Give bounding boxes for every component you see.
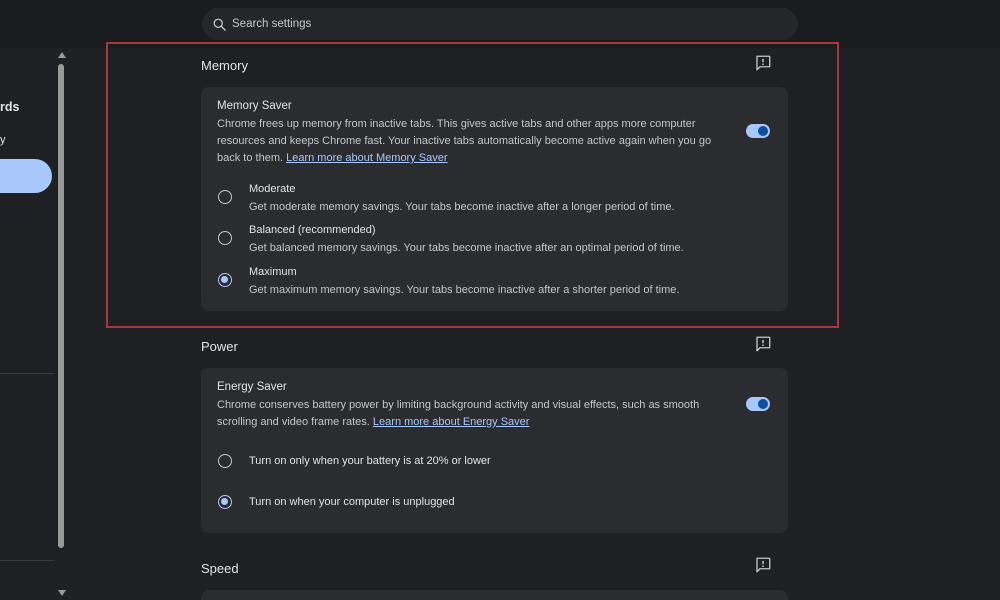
scroll-up-arrow-icon[interactable] bbox=[58, 52, 66, 58]
learn-more-memory-saver-link[interactable]: Learn more about Memory Saver bbox=[286, 152, 447, 164]
toggle-knob bbox=[758, 126, 768, 136]
section-title-memory: Memory bbox=[201, 58, 248, 73]
energy-saver-description: Chrome conserves battery power by limiti… bbox=[217, 397, 727, 431]
search-box[interactable] bbox=[202, 8, 798, 40]
feedback-icon[interactable] bbox=[754, 556, 772, 574]
scrollbar[interactable] bbox=[56, 52, 66, 600]
feedback-icon[interactable] bbox=[754, 335, 772, 353]
memory-saver-card: Memory Saver Chrome frees up memory from… bbox=[201, 87, 788, 311]
radio-balanced[interactable] bbox=[218, 231, 232, 245]
memory-saver-toggle[interactable] bbox=[746, 124, 770, 138]
option-label: Maximum bbox=[249, 266, 297, 278]
scroll-down-arrow-icon[interactable] bbox=[58, 590, 66, 596]
option-description: Get maximum memory savings. Your tabs be… bbox=[249, 284, 680, 296]
option-label: Turn on when your computer is unplugged bbox=[249, 496, 455, 508]
sidebar: rds y bbox=[0, 48, 56, 600]
memory-saver-title: Memory Saver bbox=[217, 100, 292, 112]
sidebar-item-label[interactable]: rds bbox=[0, 100, 19, 114]
sidebar-divider bbox=[0, 560, 54, 561]
search-input[interactable] bbox=[232, 18, 386, 30]
option-label: Moderate bbox=[249, 183, 296, 195]
option-label: Balanced (recommended) bbox=[249, 224, 376, 236]
energy-saver-title: Energy Saver bbox=[217, 381, 287, 393]
learn-more-energy-saver-link[interactable]: Learn more about Energy Saver bbox=[373, 416, 530, 428]
option-description: Get moderate memory savings. Your tabs b… bbox=[249, 201, 675, 213]
sidebar-item-label[interactable]: y bbox=[0, 134, 6, 146]
energy-saver-toggle[interactable] bbox=[746, 397, 770, 411]
option-label: Turn on only when your battery is at 20%… bbox=[249, 455, 491, 467]
option-description: Get balanced memory savings. Your tabs b… bbox=[249, 242, 684, 254]
toggle-knob bbox=[758, 399, 768, 409]
feedback-icon[interactable] bbox=[754, 54, 772, 72]
radio-maximum[interactable] bbox=[218, 273, 232, 287]
sidebar-item-selected[interactable] bbox=[0, 159, 52, 193]
search-icon bbox=[213, 18, 226, 31]
speed-card bbox=[201, 590, 788, 600]
scrollbar-thumb[interactable] bbox=[58, 64, 64, 548]
top-bar bbox=[0, 0, 1000, 48]
energy-saver-card: Energy Saver Chrome conserves battery po… bbox=[201, 368, 788, 533]
radio-battery-20[interactable] bbox=[218, 454, 232, 468]
memory-saver-description: Chrome frees up memory from inactive tab… bbox=[217, 116, 727, 167]
section-title-power: Power bbox=[201, 339, 238, 354]
radio-moderate[interactable] bbox=[218, 190, 232, 204]
radio-unplugged[interactable] bbox=[218, 495, 232, 509]
sidebar-divider bbox=[0, 373, 54, 374]
section-title-speed: Speed bbox=[201, 561, 239, 576]
